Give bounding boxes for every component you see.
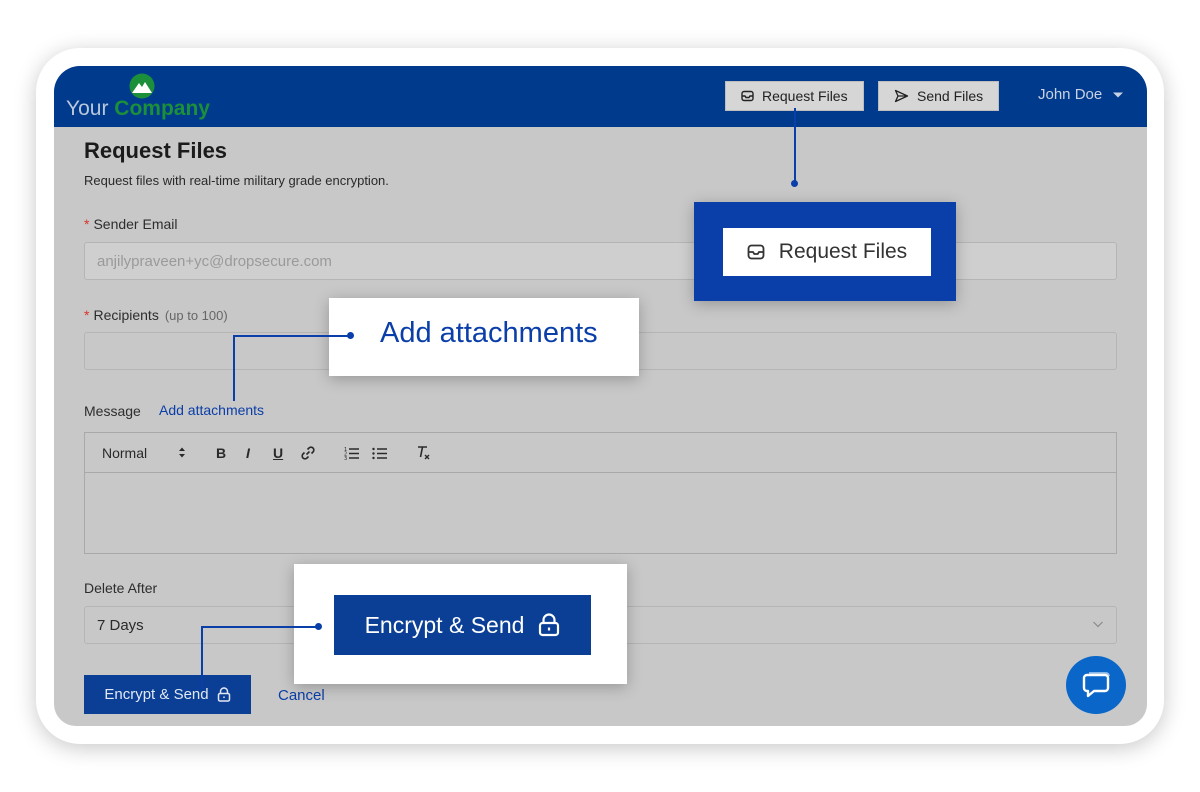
company-logo[interactable]: Your Company — [66, 72, 226, 122]
encrypt-send-callout-label: Encrypt & Send — [364, 611, 525, 638]
inbox-icon — [747, 244, 765, 260]
required-marker: * — [84, 307, 90, 323]
recipients-hint: (up to 100) — [164, 308, 228, 323]
sender-email-label-text: Sender Email — [93, 216, 178, 232]
format-select-arrows-icon[interactable] — [178, 446, 186, 459]
sender-email-label: * Sender Email — [84, 216, 178, 232]
request-files-nav-label: Request Files — [762, 88, 848, 104]
message-label: Message — [84, 403, 141, 419]
request-files-callout-label: Request Files — [778, 240, 908, 263]
required-marker: * — [84, 216, 90, 232]
lock-icon — [217, 687, 230, 702]
send-files-nav-label: Send Files — [917, 88, 984, 104]
cancel-link[interactable]: Cancel — [278, 687, 325, 704]
lock-icon — [539, 613, 560, 637]
logo-word-your: Your — [66, 97, 109, 120]
clear-format-icon[interactable] — [416, 445, 431, 461]
recipients-label-text: Recipients — [93, 307, 159, 323]
send-icon — [894, 89, 909, 103]
sender-email-value: anjilypraveen+yc@dropsecure.com — [97, 252, 332, 270]
logo-text: Your Company — [66, 97, 210, 121]
delete-after-label: Delete After — [84, 580, 158, 596]
caret-down-icon — [1113, 92, 1124, 97]
encrypt-send-callout-dot — [315, 623, 322, 630]
editor-toolbar: Normal B I U 1 2 3 — [85, 433, 1116, 473]
encrypt-send-label: Encrypt & Send — [104, 686, 209, 703]
top-header: Your Company Request Files Send Files Jo… — [54, 66, 1147, 127]
user-menu[interactable]: John Doe — [1038, 86, 1124, 103]
add-attachments-callout-line-h — [233, 335, 351, 337]
ordered-list-icon[interactable]: 1 2 3 — [344, 446, 360, 460]
request-files-nav-button[interactable]: Request Files — [725, 81, 864, 111]
encrypt-send-callout-line-v — [201, 626, 203, 690]
add-attachments-callout-dot — [347, 332, 354, 339]
send-files-nav-button[interactable]: Send Files — [878, 81, 1000, 111]
message-editor[interactable]: Normal B I U 1 2 3 — [84, 432, 1117, 554]
chat-launcher-button[interactable] — [1066, 656, 1126, 714]
add-attachments-callout-line-v — [233, 335, 235, 401]
encrypt-send-callout-line-h — [201, 626, 319, 628]
delete-after-value: 7 Days — [97, 616, 144, 634]
bold-button[interactable]: B — [216, 445, 226, 461]
svg-text:3: 3 — [344, 456, 347, 460]
request-files-callout: Request Files — [694, 202, 956, 301]
request-files-callout-button[interactable]: Request Files — [723, 228, 931, 276]
page-subtitle: Request files with real-time military gr… — [84, 173, 389, 188]
format-select[interactable]: Normal — [102, 445, 147, 461]
page-title: Request Files — [84, 138, 228, 163]
italic-button[interactable]: I — [246, 445, 250, 461]
recipients-label: * Recipients (up to 100) — [84, 307, 228, 323]
bullet-list-icon[interactable] — [372, 446, 388, 460]
logo-word-company: Company — [114, 97, 210, 120]
chevron-down-icon — [1093, 621, 1103, 628]
chat-bubble-icon — [1082, 672, 1110, 698]
link-icon[interactable] — [300, 445, 316, 461]
encrypt-send-callout-button[interactable]: Encrypt & Send — [334, 595, 591, 655]
mountain-logo-icon — [129, 73, 155, 99]
request-files-callout-line — [794, 108, 796, 183]
user-name: John Doe — [1038, 86, 1103, 103]
sender-email-field[interactable]: anjilypraveen+yc@dropsecure.com — [84, 242, 1117, 280]
add-attachments-callout-label: Add attachments — [380, 317, 598, 349]
encrypt-send-callout: Encrypt & Send — [294, 564, 627, 684]
add-attachments-link[interactable]: Add attachments — [159, 402, 264, 418]
inbox-icon — [741, 90, 754, 102]
add-attachments-callout: Add attachments — [329, 298, 639, 376]
encrypt-send-button[interactable]: Encrypt & Send — [84, 675, 251, 714]
underline-button[interactable]: U — [273, 445, 283, 461]
request-files-callout-dot — [791, 180, 798, 187]
